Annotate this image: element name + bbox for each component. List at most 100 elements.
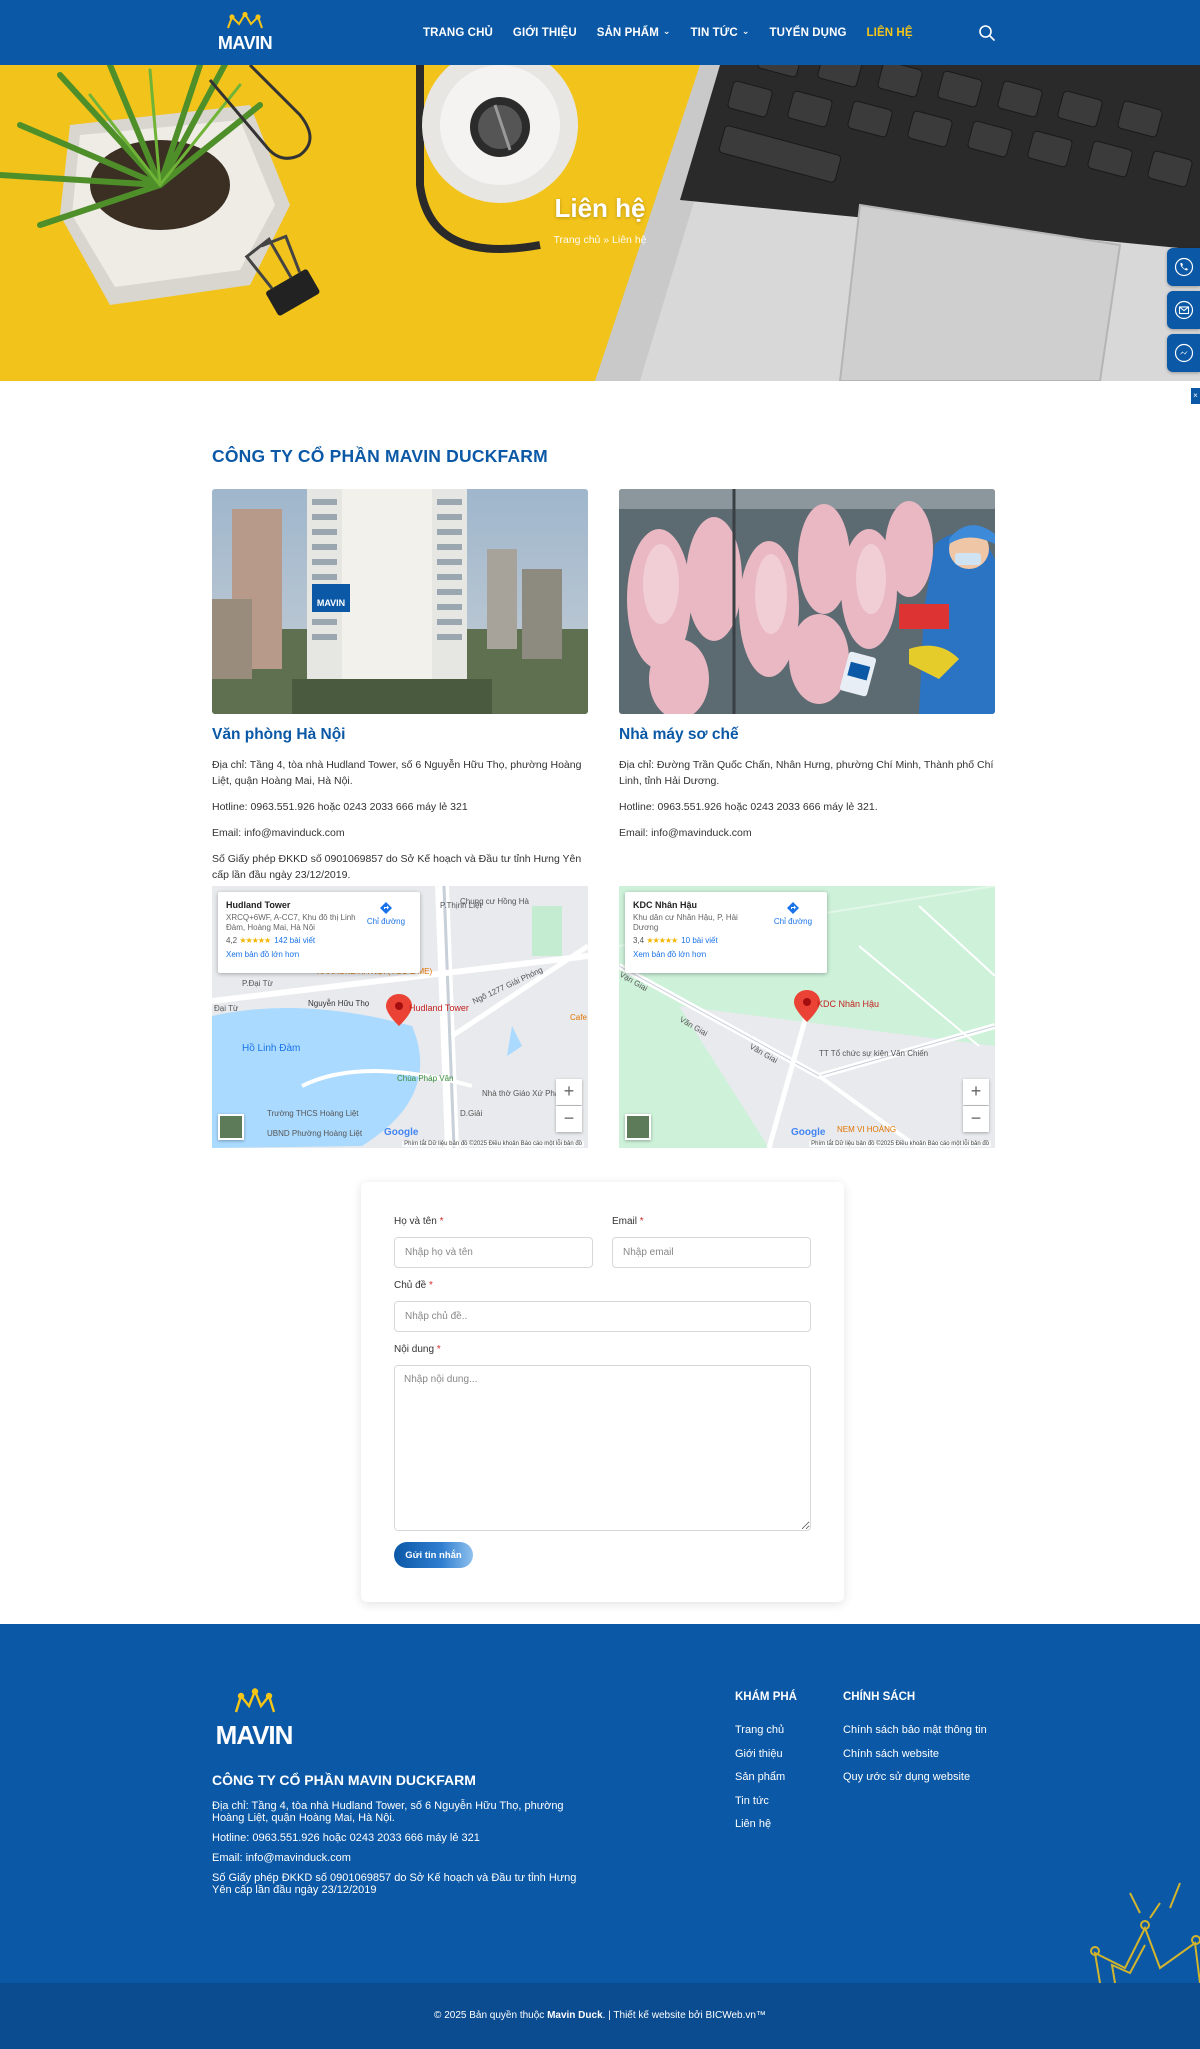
address-text: Địa chỉ: Đường Trần Quốc Chấn, Nhân Hưng… — [619, 759, 994, 787]
footer-company-name: CÔNG TY CỔ PHẦN MAVIN DUCKFARM — [212, 1772, 476, 1788]
map-attribution[interactable]: Phím tắt Dữ liệu bản đồ ©2025 Điều khoản… — [809, 1141, 991, 1147]
nav-lien-he[interactable]: LIÊN HỆ — [867, 27, 913, 39]
hotline-text: Hotline: 0963.551.926 hoặc 0243 2033 666… — [619, 801, 878, 813]
nav-trang-chu[interactable]: TRANG CHỦ — [423, 27, 493, 39]
close-icon[interactable]: × — [1191, 388, 1200, 404]
nav-label: TUYỂN DỤNG — [769, 26, 847, 39]
nav-tuyen-dung[interactable]: TUYỂN DỤNG — [770, 27, 847, 39]
search-icon[interactable] — [978, 24, 996, 42]
chevron-down-icon: ⌄ — [741, 26, 750, 36]
nav-san-pham[interactable]: SẢN PHẨM ⌄ — [596, 26, 671, 39]
map-label: TT Tổ chức sự kiện Văn Chiến — [819, 1049, 928, 1058]
zoom-in-button[interactable]: + — [556, 1079, 582, 1105]
footer-logo[interactable]: MAVIN — [212, 1687, 298, 1757]
footer-link-privacy[interactable]: Chính sách bảo mật thông tin — [843, 1724, 987, 1748]
footer-link-terms[interactable]: Quy ước sử dụng website — [843, 1771, 987, 1795]
subject-label: Chủ đề * — [394, 1280, 433, 1291]
subject-field[interactable] — [394, 1301, 811, 1332]
page-title: Liên hệ — [554, 193, 646, 223]
message-field[interactable] — [394, 1365, 811, 1531]
footer-link-home[interactable]: Trang chủ — [735, 1724, 785, 1748]
copyright-prefix: © 2025 Bản quyền thuộc — [434, 2010, 548, 2021]
map-rating: 4,2 ★★★★★ 142 bài viết — [226, 936, 412, 945]
review-count[interactable]: 10 bài viết — [681, 936, 717, 945]
map-label: Đại Từ — [214, 1004, 239, 1013]
email-field[interactable] — [612, 1237, 811, 1268]
logo-text: MAVIN — [218, 33, 272, 53]
policy-links: Chính sách bảo mật thông tin Chính sách … — [843, 1724, 987, 1795]
hero-heading: Liên hệ Trang chủ » Liên hệ — [0, 193, 1200, 246]
nav-gioi-thieu[interactable]: GIỚI THIỆU — [513, 27, 577, 39]
larger-map-link[interactable]: Xem bản đồ lớn hơn — [226, 950, 412, 959]
location-title: Văn phòng Hà Nội — [212, 726, 346, 743]
map-label: D.Giải — [460, 1109, 482, 1118]
company-title: CÔNG TY CỔ PHẦN MAVIN DUCKFARM — [212, 446, 548, 466]
explore-links: Trang chủ Giới thiệu Sản phẩm Tin tức Li… — [735, 1724, 785, 1842]
policy-heading: CHÍNH SÁCH — [843, 1691, 916, 1703]
messenger-icon[interactable] — [1167, 334, 1200, 372]
map-label: P.Thịnh Liệt — [440, 901, 482, 910]
email-text: Email: info@mavinduck.com — [619, 827, 752, 839]
footer-link-contact[interactable]: Liên hệ — [735, 1818, 785, 1842]
footer-link-about[interactable]: Giới thiệu — [735, 1748, 785, 1772]
nav-label: SẢN PHẨM — [596, 26, 659, 39]
star-icon: ★★★★★ — [646, 936, 678, 945]
google-map-hanoi[interactable]: KARAOKE HÀ NỘI (YOU & ME) Nguyễn Hữu Thọ… — [212, 886, 588, 1148]
review-count[interactable]: 142 bài viết — [274, 936, 315, 945]
message-label: Nội dung * — [394, 1344, 441, 1355]
nav-tin-tuc[interactable]: TIN TỨC ⌄ — [690, 26, 750, 39]
chevron-down-icon: ⌄ — [662, 26, 671, 36]
zoom-out-button[interactable]: − — [963, 1106, 989, 1132]
zoom-in-button[interactable]: + — [963, 1079, 989, 1105]
send-message-button[interactable]: Gửi tin nhắn — [394, 1542, 473, 1568]
map-place-address: XRCQ+6WF, A-CC7, Khu đô thị Linh Đàm, Ho… — [226, 913, 356, 932]
directions-button[interactable]: Chỉ đường — [769, 901, 817, 926]
main-nav: TRANG CHỦ GIỚI THIỆU SẢN PHẨM ⌄ TIN TỨC ⌄ … — [423, 0, 933, 65]
google-logo: Google — [384, 1127, 419, 1138]
map-layer-button[interactable] — [218, 1114, 244, 1140]
map-attribution[interactable]: Phím tắt Dữ liệu bản đồ ©2025 Điều khoản… — [402, 1141, 584, 1147]
rating-value: 3,4 — [633, 936, 645, 945]
copyright-brand: Mavin Duck — [547, 2010, 603, 2021]
office-photo: MAVIN — [212, 489, 588, 714]
mavin-logo[interactable]: MAVIN — [212, 12, 278, 54]
pin-label: Hudland Tower — [409, 1003, 469, 1013]
email-label: Email * — [612, 1216, 644, 1227]
nav-label: TIN TỨC — [690, 26, 738, 39]
map-label: Hồ Linh Đàm — [242, 1042, 300, 1054]
map-label: Chùa Pháp Vân — [397, 1074, 454, 1083]
email-text: Email: info@mavinduck.com — [212, 827, 345, 839]
map-place-address: Khu dân cư Nhân Hậu, P, Hải Dương — [633, 913, 738, 932]
footer-hotline: Hotline: 0963.551.926 hoặc 0243 2033 666… — [212, 1832, 480, 1844]
nav-label: GIỚI THIỆU — [512, 26, 577, 39]
map-label: Trường THCS Hoàng Liệt — [267, 1109, 359, 1118]
footer-address: Địa chỉ: Tầng 4, tòa nhà Hudland Tower, … — [212, 1800, 564, 1824]
google-logo: Google — [791, 1127, 826, 1138]
footer-link-products[interactable]: Sản phẩm — [735, 1771, 785, 1795]
map-label: UBND Phường Hoàng Liệt — [267, 1129, 363, 1138]
copyright-suffix[interactable]: . | Thiết kế website bởi BICWeb.vn™ — [603, 2010, 766, 2021]
zoom-out-button[interactable]: − — [556, 1106, 582, 1132]
footer-contact-info: Địa chỉ: Tầng 4, tòa nhà Hudland Tower, … — [212, 1800, 592, 1904]
name-field[interactable] — [394, 1237, 593, 1268]
address-text: Địa chỉ: Tầng 4, tòa nhà Hudland Tower, … — [212, 759, 582, 787]
logo-text: MAVIN — [216, 1720, 293, 1750]
footer-link-news[interactable]: Tin tức — [735, 1795, 785, 1819]
map-place-card: Hudland Tower XRCQ+6WF, A-CC7, Khu đô th… — [218, 892, 420, 973]
site-header: MAVIN TRANG CHỦ GIỚI THIỆU SẢN PHẨM ⌄ TIN… — [0, 0, 1200, 65]
nav-label: LIÊN HỆ — [866, 26, 913, 39]
location-info: Địa chỉ: Tầng 4, tòa nhà Hudland Tower, … — [212, 757, 588, 893]
site-footer: MAVIN CÔNG TY CỔ PHẦN MAVIN DUCKFARM Địa… — [0, 1624, 1200, 1983]
crown-icon — [227, 12, 263, 29]
map-layer-button[interactable] — [625, 1114, 651, 1140]
hero-banner: Liên hệ Trang chủ » Liên hệ — [0, 65, 1200, 381]
footer-link-website-policy[interactable]: Chính sách website — [843, 1748, 987, 1772]
directions-button[interactable]: Chỉ đường — [362, 901, 410, 926]
google-map-factory[interactable]: Văn Giai Vân Giai Vạn Giai TT Tổ chức sự… — [619, 886, 995, 1148]
footer-email: Email: info@mavinduck.com — [212, 1852, 351, 1864]
larger-map-link[interactable]: Xem bản đồ lớn hơn — [633, 950, 819, 959]
email-icon[interactable] — [1167, 291, 1200, 329]
directions-icon — [787, 902, 799, 914]
crown-icon — [234, 1687, 276, 1713]
phone-icon[interactable] — [1167, 248, 1200, 286]
